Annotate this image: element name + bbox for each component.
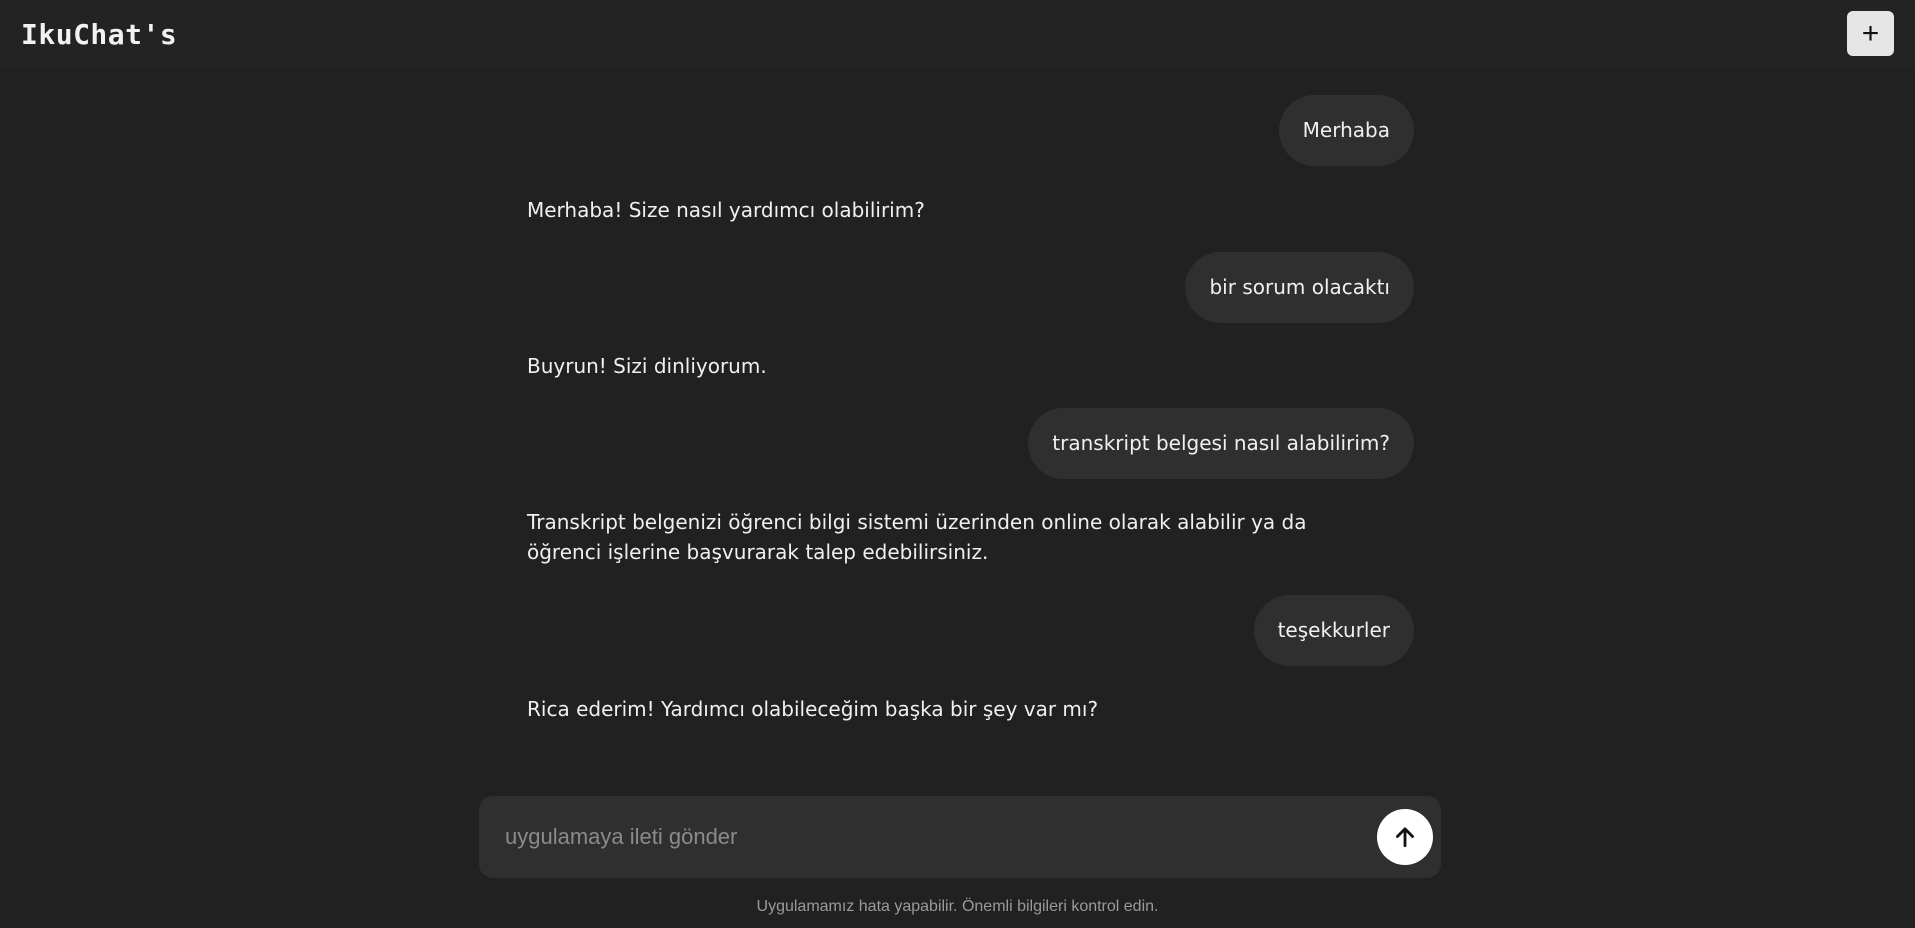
user-message: Merhaba	[527, 95, 1414, 166]
assistant-message-text: Rica ederim! Yardımcı olabileceğim başka…	[527, 697, 1099, 721]
arrow-up-icon	[1396, 827, 1414, 848]
new-chat-button[interactable]: +	[1847, 11, 1894, 56]
send-button[interactable]	[1377, 809, 1433, 865]
assistant-message: Buyrun! Sizi dinliyorum.	[527, 351, 1414, 381]
top-bar: IkuChat's +	[0, 0, 1915, 68]
app-logo: IkuChat's	[21, 17, 178, 51]
assistant-message: Merhaba! Size nasıl yardımcı olabilirim?	[527, 195, 1414, 225]
plus-icon: +	[1861, 17, 1880, 50]
user-message: bir sorum olacaktı	[527, 252, 1414, 323]
user-message-bubble: teşekkurler	[1253, 595, 1414, 666]
user-message: transkript belgesi nasıl alabilirim?	[527, 408, 1414, 479]
message-composer	[479, 796, 1441, 878]
user-message-bubble: bir sorum olacaktı	[1185, 252, 1414, 323]
message-input[interactable]	[505, 796, 1335, 878]
disclaimer-text: Uygulamamız hata yapabilir. Önemli bilgi…	[756, 898, 1159, 915]
app-window: IkuChat's + Merhaba Merhaba! Size nasıl …	[0, 0, 1915, 928]
assistant-message-text: Transkript belgenizi öğrenci bilgi siste…	[527, 510, 1307, 564]
assistant-message: Transkript belgenizi öğrenci bilgi siste…	[527, 507, 1414, 567]
user-message-bubble: Merhaba	[1278, 95, 1414, 166]
assistant-message-text: Buyrun! Sizi dinliyorum.	[527, 354, 767, 378]
assistant-message-text: Merhaba! Size nasıl yardımcı olabilirim?	[527, 198, 925, 222]
user-message: teşekkurler	[527, 595, 1414, 666]
user-message-bubble: transkript belgesi nasıl alabilirim?	[1028, 408, 1414, 479]
assistant-message: Rica ederim! Yardımcı olabileceğim başka…	[527, 694, 1414, 724]
